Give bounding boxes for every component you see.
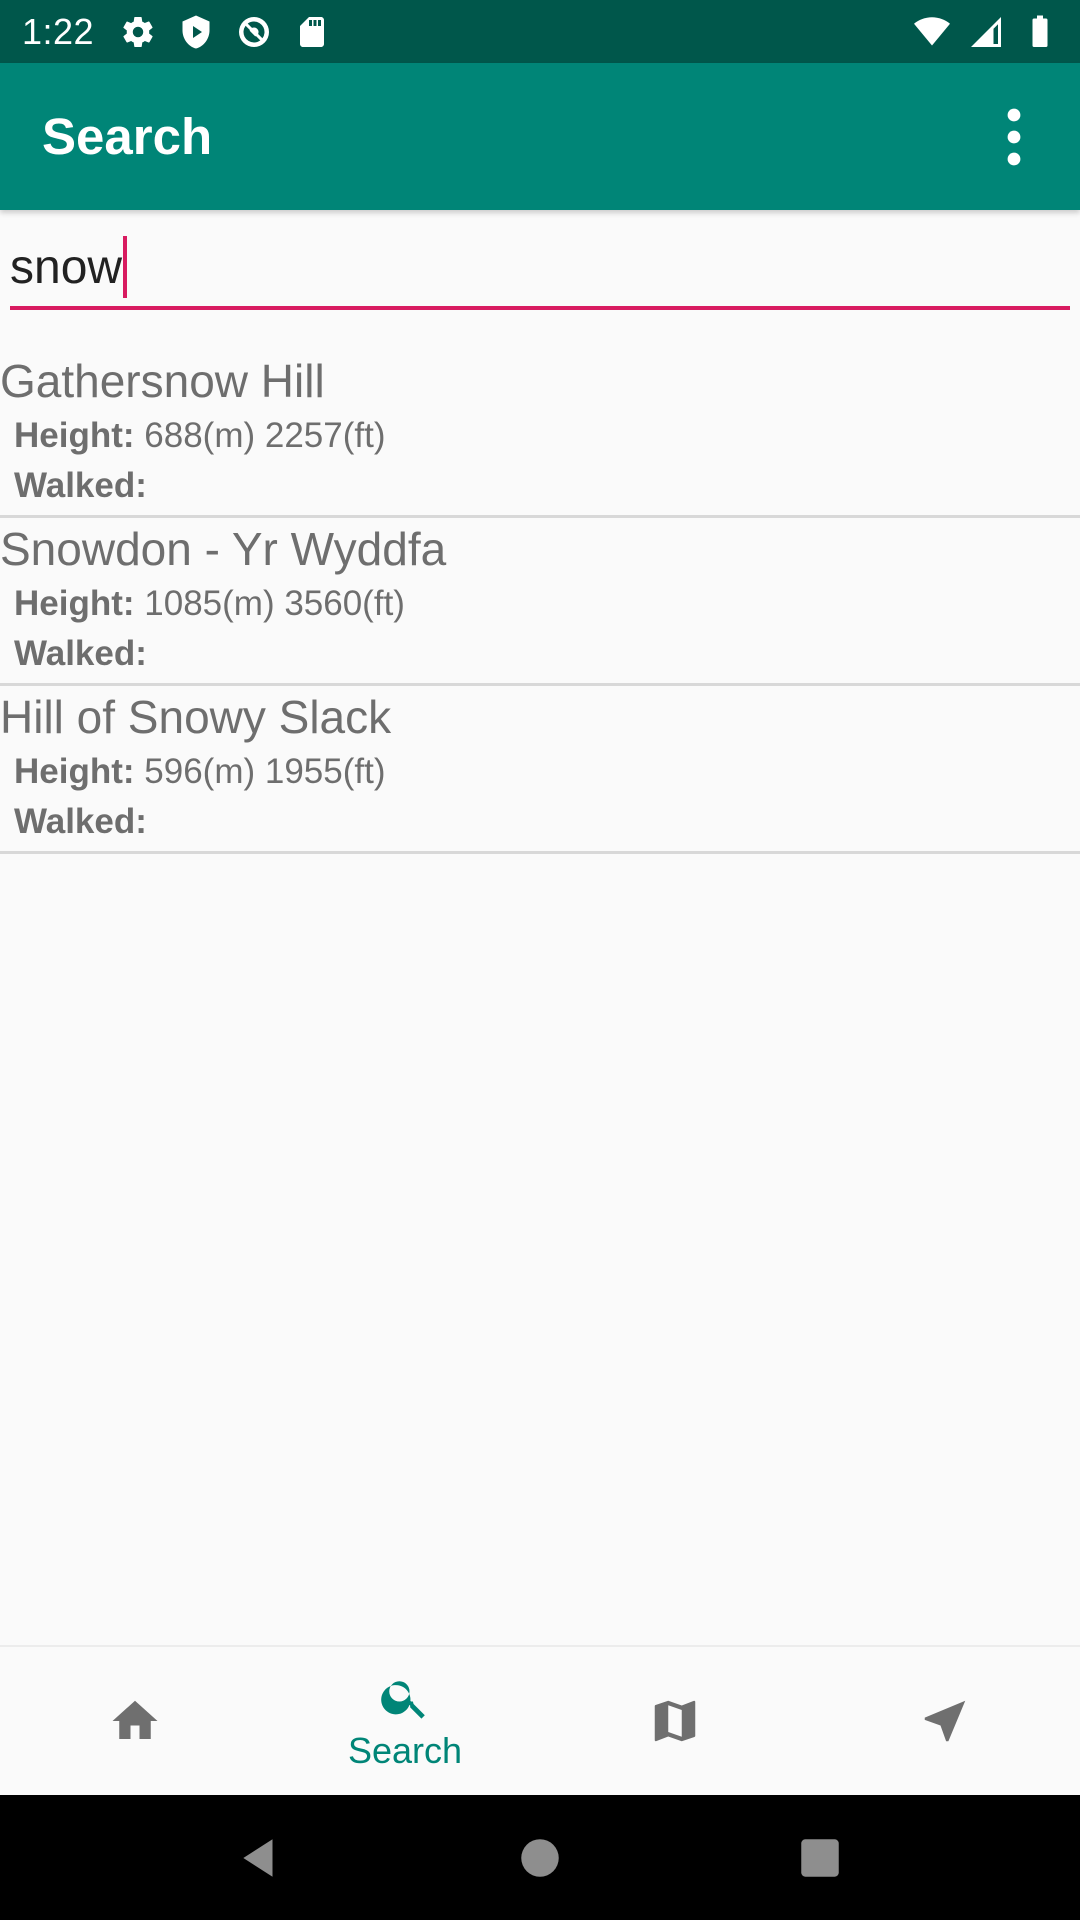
page-title: Search <box>42 108 213 165</box>
status-icons-left <box>120 14 330 50</box>
search-field[interactable]: snow <box>10 232 1070 310</box>
height-label: Height: <box>14 584 135 623</box>
height-value: 596(m) 1955(ft) <box>134 752 386 791</box>
cell-signal-icon <box>968 14 1004 50</box>
recents-icon <box>801 1838 839 1877</box>
home-icon <box>112 1700 158 1739</box>
height-line: Height: 1085(m) 3560(ft) <box>14 584 405 624</box>
system-back-button[interactable] <box>230 1828 290 1888</box>
navigation-icon <box>924 1700 966 1742</box>
walked-label: Walked: <box>14 634 147 673</box>
list-item[interactable]: Snowdon - Yr Wyddfa Height: 1085(m) 3560… <box>0 518 1080 686</box>
hill-name: Snowdon - Yr Wyddfa <box>0 523 447 575</box>
hill-name: Gathersnow Hill <box>0 355 325 407</box>
walked-line: Walked: <box>14 466 147 506</box>
nav-label-search: Search <box>347 1730 463 1771</box>
back-icon <box>243 1838 273 1877</box>
search-input[interactable]: snow <box>10 232 1070 302</box>
home-circle-icon <box>521 1838 559 1877</box>
text-caret <box>123 236 128 298</box>
list-item[interactable]: Gathersnow Hill Height: 688(m) 2257(ft) … <box>0 350 1080 518</box>
overflow-menu-button[interactable] <box>990 101 1038 173</box>
status-bar: 1:22 <box>0 0 1080 63</box>
system-navigation-bar <box>0 1795 1080 1920</box>
map-icon <box>654 1700 696 1742</box>
height-line: Height: 596(m) 1955(ft) <box>14 752 385 792</box>
nav-item-navigate[interactable] <box>810 1647 1080 1795</box>
shield-play-icon <box>178 14 214 50</box>
app-bar: Search <box>0 63 1080 210</box>
height-label: Height: <box>14 416 135 455</box>
height-value: 1085(m) 3560(ft) <box>134 584 405 623</box>
walked-label: Walked: <box>14 466 147 505</box>
hill-name: Hill of Snowy Slack <box>0 691 392 743</box>
list-item[interactable]: Hill of Snowy Slack Height: 596(m) 1955(… <box>0 686 1080 854</box>
wifi-icon <box>914 14 950 50</box>
nav-item-map[interactable] <box>540 1647 810 1795</box>
walked-line: Walked: <box>14 634 147 674</box>
status-icons-right <box>914 14 1058 50</box>
bottom-navigation: Search <box>0 1645 1080 1795</box>
height-line: Height: 688(m) 2257(ft) <box>14 416 385 456</box>
height-label: Height: <box>14 752 135 791</box>
status-time: 1:22 <box>22 10 95 52</box>
system-home-button[interactable] <box>510 1828 570 1888</box>
system-recents-button[interactable] <box>790 1828 850 1888</box>
no-tracking-icon <box>236 14 272 50</box>
search-icon <box>381 1681 425 1719</box>
more-vert-icon <box>1007 108 1021 165</box>
nav-item-search[interactable]: Search <box>270 1647 540 1795</box>
height-value: 688(m) 2257(ft) <box>134 416 386 455</box>
nav-item-home[interactable] <box>0 1647 270 1795</box>
search-input-value: snow <box>10 240 123 294</box>
sd-card-icon <box>294 14 330 50</box>
walked-line: Walked: <box>14 802 147 842</box>
battery-icon <box>1022 14 1058 50</box>
walked-label: Walked: <box>14 802 147 841</box>
settings-icon <box>120 14 156 50</box>
results-list: Gathersnow Hill Height: 688(m) 2257(ft) … <box>0 350 1080 854</box>
